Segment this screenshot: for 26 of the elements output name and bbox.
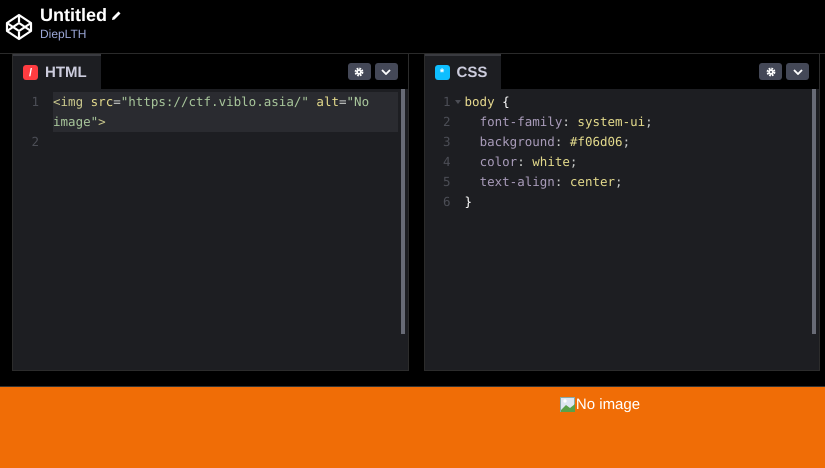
language-badge: * xyxy=(434,65,450,80)
code-line: background: #f06d06; xyxy=(478,133,630,151)
image-alt-text: No image xyxy=(576,396,640,413)
pen-title[interactable]: Untitled xyxy=(40,4,107,26)
language-badge: / xyxy=(23,65,38,80)
codepen-logo-icon[interactable] xyxy=(4,12,34,42)
scrollbar[interactable] xyxy=(812,89,816,334)
settings-button[interactable] xyxy=(759,63,782,80)
code-line: text-align: center; xyxy=(478,173,623,191)
code-line: color: white; xyxy=(478,153,578,171)
code-line: font-family: system-ui; xyxy=(478,113,653,131)
settings-button[interactable] xyxy=(348,63,370,80)
settings-icon xyxy=(766,66,776,76)
code-line: } xyxy=(464,193,472,211)
dropdown-button[interactable] xyxy=(374,63,398,80)
code-line: body { xyxy=(464,93,510,111)
broken-image-icon xyxy=(560,396,576,412)
pencil-icon[interactable] xyxy=(111,10,122,20)
settings-icon xyxy=(354,66,364,76)
author-name[interactable]: DiepLTH xyxy=(40,26,122,40)
scrollbar[interactable] xyxy=(400,89,404,334)
chevron-down-icon xyxy=(381,68,391,74)
editor-tab[interactable]: / HTML xyxy=(13,54,101,89)
chevron-down-icon xyxy=(792,68,802,74)
dropdown-button[interactable] xyxy=(786,63,809,80)
editor-tab[interactable]: * CSS xyxy=(424,54,502,89)
